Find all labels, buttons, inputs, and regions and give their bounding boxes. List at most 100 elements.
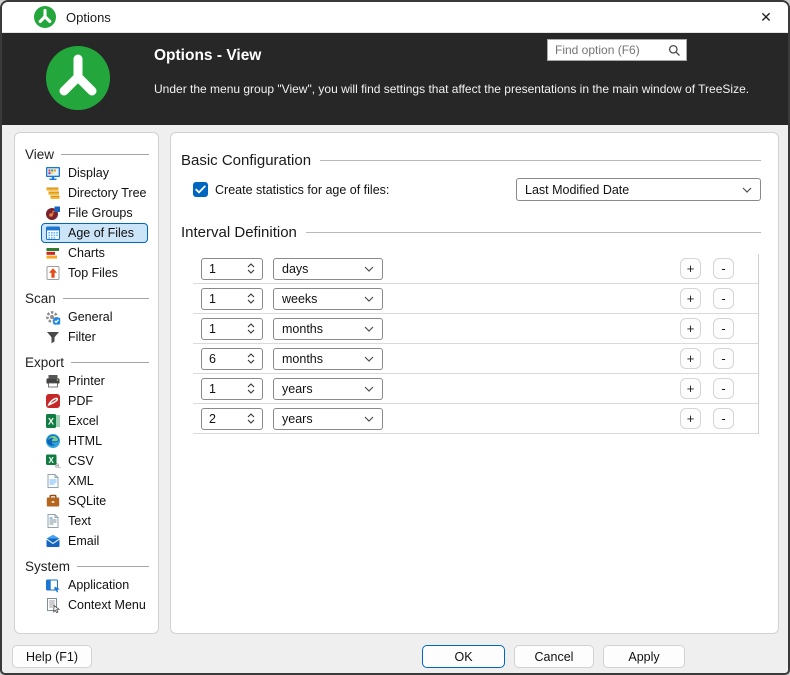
spinner-down-icon xyxy=(247,299,255,304)
interval-value-input[interactable]: 6 xyxy=(201,348,263,370)
add-interval-button[interactable]: + xyxy=(680,378,701,399)
spinner-arrows[interactable] xyxy=(243,263,262,274)
spinner-up-icon xyxy=(247,293,255,298)
page-description: Under the menu group "View", you will fi… xyxy=(154,82,769,96)
add-interval-button[interactable]: + xyxy=(680,318,701,339)
help-button[interactable]: Help (F1) xyxy=(12,645,92,668)
spinner-arrows[interactable] xyxy=(243,293,262,304)
find-option-searchbox[interactable] xyxy=(547,39,687,61)
create-statistics-checkbox[interactable] xyxy=(193,182,208,197)
interval-unit-select[interactable]: months xyxy=(273,318,383,340)
sidebar-item-label: HTML xyxy=(68,434,102,448)
close-button[interactable]: ✕ xyxy=(744,2,788,32)
treesize-logo-icon xyxy=(46,46,110,110)
age-statistics-row: Create statistics for age of files: Last… xyxy=(181,178,761,201)
ok-label: OK xyxy=(454,650,472,664)
interval-unit-select[interactable]: months xyxy=(273,348,383,370)
sidebar-item-directory-tree[interactable]: Directory Tree xyxy=(41,183,148,203)
top-files-icon xyxy=(45,265,61,281)
sidebar-item-printer[interactable]: Printer xyxy=(41,371,148,391)
gear-check-icon xyxy=(45,309,61,325)
excel-icon: X xyxy=(45,413,61,429)
sidebar-item-display[interactable]: Display xyxy=(41,163,148,183)
search-icon[interactable] xyxy=(668,44,681,57)
sidebar-item-context-menu[interactable]: Context Menu xyxy=(41,595,148,615)
charts-icon xyxy=(45,245,61,261)
sidebar-item-sqlite[interactable]: SQLite xyxy=(41,491,148,511)
divider xyxy=(320,160,761,161)
remove-interval-button[interactable]: - xyxy=(713,258,734,279)
add-interval-button[interactable]: + xyxy=(680,288,701,309)
directory-tree-icon xyxy=(45,185,61,201)
remove-interval-button[interactable]: - xyxy=(713,378,734,399)
search-input[interactable] xyxy=(548,43,668,57)
sidebar-item-charts[interactable]: Charts xyxy=(41,243,148,263)
interval-row: 2 years + - xyxy=(193,404,758,434)
spinner-arrows[interactable] xyxy=(243,323,262,334)
selected-value: months xyxy=(274,322,364,336)
interval-unit-select[interactable]: weeks xyxy=(273,288,383,310)
spinner-arrows[interactable] xyxy=(243,413,262,424)
sidebar-item-html[interactable]: HTML xyxy=(41,431,148,451)
sidebar-item-csv[interactable]: Xa, CSV xyxy=(41,451,148,471)
page-title: Options - View xyxy=(154,47,261,65)
sidebar-item-age-of-files[interactable]: Age of Files xyxy=(41,223,148,243)
interval-row: 1 weeks + - xyxy=(193,284,758,314)
sidebar-item-label: Age of Files xyxy=(68,226,134,240)
svg-text:a,: a, xyxy=(55,463,61,470)
interval-unit-select[interactable]: years xyxy=(273,408,383,430)
chevron-down-icon xyxy=(364,326,374,332)
sidebar-item-xml[interactable]: XML xyxy=(41,471,148,491)
spinner-up-icon xyxy=(247,263,255,268)
interval-row: 6 months + - xyxy=(193,344,758,374)
remove-interval-button[interactable]: - xyxy=(713,348,734,369)
interval-value-input[interactable]: 1 xyxy=(201,288,263,310)
sidebar-item-excel[interactable]: X Excel xyxy=(41,411,148,431)
sidebar-item-general[interactable]: General xyxy=(41,307,148,327)
remove-interval-button[interactable]: - xyxy=(713,288,734,309)
sidebar-item-label: Charts xyxy=(68,246,105,260)
sidebar-item-label: Text xyxy=(68,514,91,528)
options-dialog: Options ✕ Options - View Under the menu … xyxy=(0,0,790,675)
spinner-arrows[interactable] xyxy=(243,353,262,364)
divider xyxy=(61,154,149,155)
sidebar-item-email[interactable]: Email xyxy=(41,531,148,551)
context-menu-icon xyxy=(45,597,61,613)
interval-value: 2 xyxy=(202,412,243,426)
section-system: System xyxy=(25,557,149,575)
spinner-arrows[interactable] xyxy=(243,383,262,394)
email-icon xyxy=(45,533,61,549)
add-interval-button[interactable]: + xyxy=(680,408,701,429)
interval-unit-select[interactable]: years xyxy=(273,378,383,400)
sidebar-item-file-groups[interactable]: File Groups xyxy=(41,203,148,223)
section-label: Scan xyxy=(25,291,56,306)
add-interval-button[interactable]: + xyxy=(680,348,701,369)
sidebar-item-pdf[interactable]: PDF xyxy=(41,391,148,411)
remove-interval-button[interactable]: - xyxy=(713,408,734,429)
ok-button[interactable]: OK xyxy=(422,645,505,668)
interval-value-input[interactable]: 1 xyxy=(201,258,263,280)
sidebar-item-label: Application xyxy=(68,578,129,592)
basic-configuration-header: Basic Configuration xyxy=(181,151,761,169)
interval-value-input[interactable]: 2 xyxy=(201,408,263,430)
interval-value-input[interactable]: 1 xyxy=(201,318,263,340)
selected-value: days xyxy=(274,262,364,276)
interval-value: 6 xyxy=(202,352,243,366)
interval-unit-select[interactable]: days xyxy=(273,258,383,280)
chevron-down-icon xyxy=(364,266,374,272)
sidebar-item-text[interactable]: Text xyxy=(41,511,148,531)
date-type-select[interactable]: Last Modified Date xyxy=(516,178,761,201)
remove-interval-button[interactable]: - xyxy=(713,318,734,339)
cancel-button[interactable]: Cancel xyxy=(514,645,594,668)
interval-value-input[interactable]: 1 xyxy=(201,378,263,400)
spinner-up-icon xyxy=(247,383,255,388)
selected-value: Last Modified Date xyxy=(517,183,742,197)
sidebar-item-top-files[interactable]: Top Files xyxy=(41,263,148,283)
apply-button[interactable]: Apply xyxy=(603,645,685,668)
close-icon: ✕ xyxy=(760,9,772,26)
sidebar-item-filter[interactable]: Filter xyxy=(41,327,148,347)
add-interval-button[interactable]: + xyxy=(680,258,701,279)
selected-value: years xyxy=(274,382,364,396)
section-view: View xyxy=(25,145,149,163)
sidebar-item-application[interactable]: Application xyxy=(41,575,148,595)
